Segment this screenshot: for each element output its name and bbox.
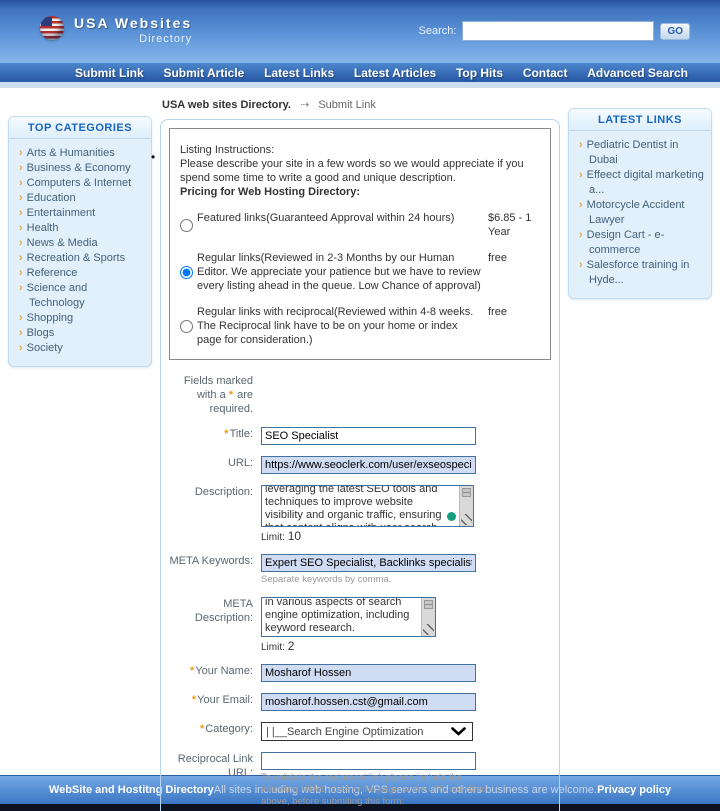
pricing-option-label: Featured links(Guaranteed Approval withi… — [197, 212, 455, 224]
url-label: URL: — [227, 457, 253, 469]
your-email-label: *Your Email: — [191, 694, 253, 706]
site-logo[interactable]: USA Websites Directory — [40, 16, 192, 46]
listing-instructions: Listing Instructions: Please describe yo… — [169, 128, 551, 360]
pricing-option: Regular links with reciprocal(Reviewed w… — [180, 305, 540, 347]
site-tagline: Directory — [139, 33, 193, 45]
resize-grip-icon[interactable] — [423, 624, 434, 635]
nav-item[interactable]: Contact — [523, 66, 568, 80]
header: USA Websites Directory Search: GO — [0, 0, 720, 62]
nav-item[interactable]: Advanced Search — [587, 66, 688, 80]
category-link[interactable]: Health — [19, 221, 145, 236]
list-bullet: • — [151, 150, 156, 164]
reciprocal-url-input[interactable] — [261, 752, 476, 770]
site-name: USA Websites — [74, 15, 193, 31]
url-input[interactable] — [261, 456, 476, 474]
description-textarea[interactable]: leveraging the latest SEO tools and tech… — [261, 485, 474, 527]
submit-form-panel: Listing Instructions: Please describe yo… — [160, 119, 560, 811]
search-input[interactable] — [462, 21, 655, 41]
pricing-option: Regular links(Reviewed in 2-3 Months by … — [180, 251, 540, 293]
grammar-check-icon — [447, 512, 456, 521]
category-link[interactable]: Reference — [19, 266, 145, 281]
main-nav: Submit Link Submit Article Latest Links Lat… — [0, 62, 720, 82]
category-link[interactable]: Education — [19, 191, 145, 206]
pricing-option-price: free — [488, 306, 507, 318]
required-fields-note: Fields marked with a * are required. — [183, 375, 253, 415]
meta-description-textarea[interactable]: in various aspects of search engine opti… — [261, 597, 436, 637]
usa-flag-icon — [40, 16, 64, 40]
category-select[interactable]: | |__Search Engine Optimization — [261, 722, 473, 741]
nav-item[interactable]: Latest Links — [264, 66, 334, 80]
pricing-radio[interactable] — [180, 252, 193, 293]
description-limit: Limit: 10 — [261, 529, 302, 543]
latest-link[interactable]: Design Cart - e-commerce — [579, 228, 705, 258]
category-link[interactable]: Blogs — [19, 326, 145, 341]
category-link[interactable]: Business & Economy — [19, 161, 145, 176]
chevron-down-icon — [451, 727, 466, 736]
nav-item[interactable]: Submit Article — [163, 66, 244, 80]
pricing-option-label: Regular links with reciprocal(Reviewed w… — [197, 306, 474, 346]
pricing-option-price: $6.85 - 1 Year — [488, 212, 532, 238]
pricing-option: Featured links(Guaranteed Approval withi… — [180, 211, 540, 239]
title-label: *Title: — [224, 428, 253, 440]
instructions-line2: Please describe your site in a few words… — [180, 158, 524, 184]
meta-keywords-label: META Keywords: — [169, 555, 253, 567]
sidebar-latest-links: LATEST LINKS Pediatric Dentist in DubaiE… — [568, 108, 712, 775]
latest-links-title: LATEST LINKS — [569, 109, 711, 131]
content: • TOP CATEGORIES Arts & HumanitiesBusine… — [0, 88, 720, 811]
meta-description-label: META Description: — [194, 598, 253, 624]
category-link[interactable]: Arts & Humanities — [19, 146, 145, 161]
sidebar-categories: TOP CATEGORIES Arts & HumanitiesBusiness… — [8, 116, 152, 775]
latest-link[interactable]: Salesforce training in Hyde... — [579, 258, 705, 288]
nav-item[interactable]: Top Hits — [456, 66, 503, 80]
pricing-radio[interactable] — [180, 306, 193, 347]
breadcrumb-arrow-icon: ⇢ — [300, 99, 310, 111]
your-name-input[interactable] — [261, 664, 476, 682]
category-link[interactable]: Shopping — [19, 311, 145, 326]
your-email-input[interactable] — [261, 693, 476, 711]
privacy-policy-link[interactable]: Privacy policy — [597, 784, 671, 796]
category-link[interactable]: Computers & Internet — [19, 176, 145, 191]
category-link[interactable]: Society — [19, 341, 145, 356]
meta-keywords-input[interactable] — [261, 554, 476, 572]
category-link[interactable]: Recreation & Sports — [19, 251, 145, 266]
breadcrumb-current: Submit Link — [318, 99, 376, 111]
latest-link[interactable]: Effeect digital marketing a... — [579, 168, 705, 198]
breadcrumb: USA web sites Directory. ⇢ Submit Link — [162, 98, 560, 111]
main-column: USA web sites Directory. ⇢ Submit Link L… — [160, 88, 560, 811]
category-link[interactable]: News & Media — [19, 236, 145, 251]
pricing-heading: Pricing for Web Hosting Directory: — [180, 186, 361, 198]
description-label: Description: — [194, 486, 253, 498]
top-categories-title: TOP CATEGORIES — [9, 117, 151, 139]
search-label: Search: — [418, 25, 457, 37]
latest-link[interactable]: Motorcycle Accident Lawyer — [579, 198, 705, 228]
meta-description-limit: Limit: 2 — [261, 639, 295, 653]
meta-keywords-hint: Separate keywords by comma. — [261, 574, 392, 585]
your-name-label: *Your Name: — [190, 665, 253, 677]
search-go-button[interactable]: GO — [660, 22, 690, 40]
latest-link[interactable]: Pediatric Dentist in Dubai — [579, 138, 705, 168]
pricing-radio[interactable] — [180, 212, 193, 239]
pricing-option-label: Regular links(Reviewed in 2-3 Months by … — [197, 252, 481, 292]
instructions-line1: Listing Instructions: — [180, 144, 275, 156]
category-link[interactable]: Science and Technology — [19, 281, 145, 311]
nav-item[interactable]: Submit Link — [75, 66, 144, 80]
reciprocal-url-label: Reciprocal Link URL: — [177, 753, 253, 779]
category-label: *Category: — [200, 723, 253, 735]
title-input[interactable] — [261, 427, 476, 445]
pricing-option-price: free — [488, 252, 507, 264]
reciprocal-hint: To validate the reciprocal link please i… — [261, 772, 487, 807]
page: USA Websites Directory Search: GO Submit… — [0, 0, 720, 811]
breadcrumb-root[interactable]: USA web sites Directory. — [162, 99, 291, 111]
category-link[interactable]: Entertainment — [19, 206, 145, 221]
resize-grip-icon[interactable] — [461, 514, 472, 525]
nav-item[interactable]: Latest Articles — [354, 66, 436, 80]
